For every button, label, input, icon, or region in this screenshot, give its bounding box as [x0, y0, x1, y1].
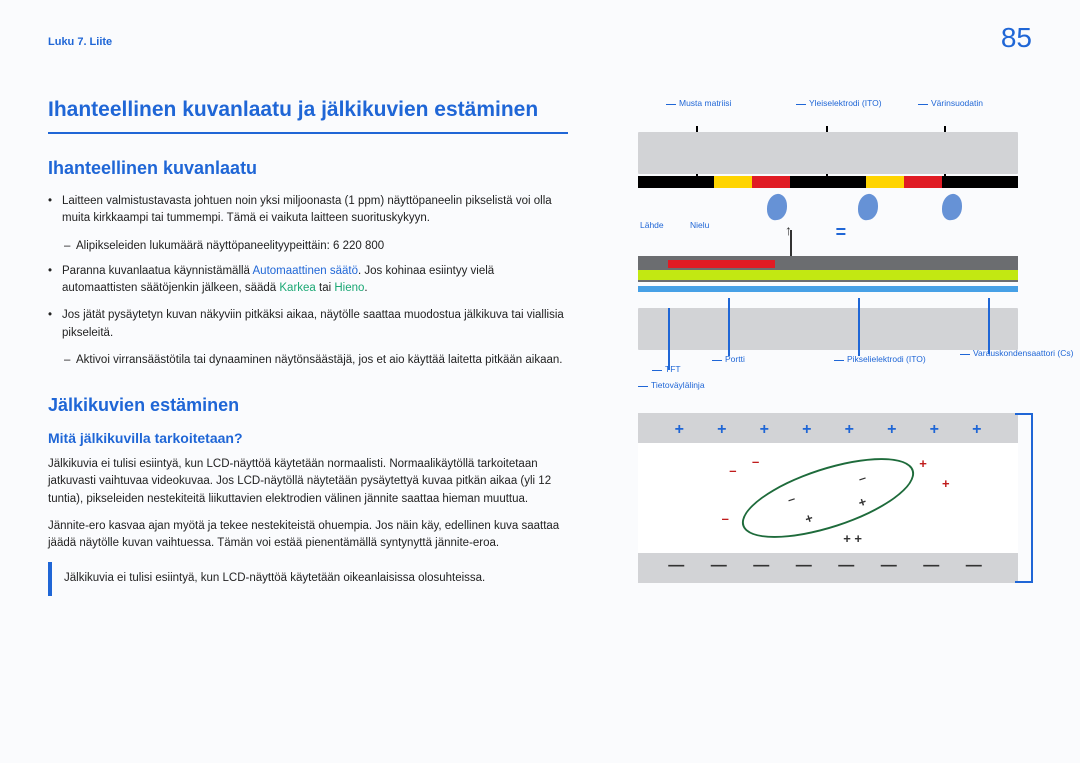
minus-icon: — [838, 557, 860, 575]
minus-icon: — [711, 557, 733, 575]
text: Paranna kuvanlaatua käynnistämällä [62, 265, 253, 277]
bracket-connector [1015, 413, 1033, 583]
minus-icon: – [729, 463, 736, 478]
crystal-ellipse: – – + + [733, 442, 923, 555]
minus-icon: — [966, 557, 988, 575]
leader-line [988, 298, 990, 354]
list-subitem: Aktivoi virransäästötila tai dynaaminen … [48, 352, 568, 369]
minus-icon: — [796, 557, 818, 575]
note-box: Jälkikuvia ei tulisi esiintyä, kun LCD-n… [48, 562, 568, 595]
label-tft: TFT [652, 364, 681, 374]
content-columns: Ihanteellinen kuvanlaatu ja jälkikuvien … [48, 98, 1032, 596]
label-storage-capacitor: Varauskonden­saattori (Cs) [960, 348, 1073, 358]
chapter-label: Luku 7. Liite [48, 36, 112, 48]
paragraph: Jälkikuvia ei tulisi esiintyä, kun LCD-n… [48, 456, 568, 508]
layer-source-drain [668, 260, 774, 268]
plus-row: + + + + + + + + [638, 421, 1018, 439]
page: Luku 7. Liite 85 Ihanteellinen kuvanlaat… [0, 0, 1080, 763]
minus-icon: — [923, 557, 945, 575]
charge-diagram: + + + + + + + + – – – + + – – + + [638, 413, 1018, 583]
plus-icon: + + [843, 531, 862, 546]
list-item: Laitteen valmistustavasta johtuen noin y… [48, 193, 568, 228]
plus-icon: + [930, 421, 939, 439]
plus-icon: + [942, 476, 950, 491]
plus-icon: + [803, 510, 815, 527]
label-color-filter: Värinsuodatin [918, 98, 983, 108]
section2: Jälkikuvien estäminen Mitä jälkikuvilla … [48, 395, 568, 596]
layer-color-filter [638, 176, 1018, 188]
minus-row: — — — — — — — — [638, 557, 1018, 575]
link-text: Automaattinen säätö [253, 265, 359, 277]
layer-data-line [638, 286, 1018, 292]
layer-gate [638, 270, 1018, 280]
minus-icon: – [856, 470, 868, 487]
plus-icon: + [717, 421, 726, 439]
page-number: 85 [1001, 22, 1032, 54]
minus-icon: – [722, 511, 729, 526]
right-column: Musta matriisi Yleiselektrodi (ITO) Väri… [608, 98, 1038, 596]
plus-icon: + [845, 421, 854, 439]
header: Luku 7. Liite 85 [48, 36, 1032, 48]
label-common-electrode: Yleiselektrodi (ITO) [796, 98, 882, 108]
section2-subtitle: Mitä jälkikuvilla tarkoitetaan? [48, 430, 568, 446]
plus-icon: + [802, 421, 811, 439]
tft-stack [638, 256, 1018, 308]
leader-line [728, 298, 730, 356]
minus-icon: — [668, 557, 690, 575]
section1-list: Laitteen valmistustavasta johtuen noin y… [48, 193, 568, 369]
minus-icon: – [786, 491, 798, 508]
label-source: Lähde [640, 220, 664, 230]
layer-top-glass [638, 132, 1018, 174]
minus-icon: — [753, 557, 775, 575]
minus-icon: – [752, 454, 759, 469]
plus-icon: + [972, 421, 981, 439]
crystal-icon [767, 193, 787, 222]
main-title: Ihanteellinen kuvanlaatu ja jälkikuvien … [48, 98, 568, 134]
label-gate: Portti [712, 354, 745, 364]
label-data-line: Tietoväylälinja [638, 380, 705, 390]
arrow-up-icon [790, 230, 808, 256]
text: . [364, 282, 367, 294]
link-text: Hieno [334, 282, 364, 294]
label-pixel-electrode: Pikselielektrodi (ITO) [834, 354, 926, 364]
label-black-matrix: Musta matriisi [666, 98, 731, 108]
minus-icon: — [881, 557, 903, 575]
list-subitem: Alipikseleiden lukumäärä näyttöpaneelity… [48, 238, 568, 255]
plus-icon: + [887, 421, 896, 439]
leader-line [668, 308, 670, 370]
label-drain: Nielu [690, 220, 709, 230]
crystal-icon [858, 193, 878, 222]
list-item: Paranna kuvanlaatua käynnistämällä Autom… [48, 263, 568, 298]
left-column: Ihanteellinen kuvanlaatu ja jälkikuvien … [48, 98, 568, 596]
plus-icon: + [675, 421, 684, 439]
link-text: Karkea [279, 282, 315, 294]
plus-icon: + [760, 421, 769, 439]
layer-bottom-glass [638, 308, 1018, 350]
note-text: Jälkikuvia ei tulisi esiintyä, kun LCD-n… [64, 572, 485, 584]
list-item: Jos jätät pysäytetyn kuvan näkyviin pitk… [48, 307, 568, 342]
paragraph: Jännite-ero kasvaa ajan myötä ja tekee n… [48, 518, 568, 553]
text: tai [316, 282, 335, 294]
plus-icon: + [919, 456, 927, 471]
crystal-icon [942, 193, 962, 222]
section2-title: Jälkikuvien estäminen [48, 395, 568, 416]
crystal-ellipse-zone: – – – + + – – + + + + [638, 443, 1018, 553]
section1-title: Ihanteellinen kuvanlaatu [48, 158, 568, 179]
lcd-diagram: Musta matriisi Yleiselektrodi (ITO) Väri… [608, 98, 1038, 588]
leader-line [858, 298, 860, 356]
plus-icon: + [857, 494, 869, 511]
equals-icon: = [836, 222, 847, 243]
